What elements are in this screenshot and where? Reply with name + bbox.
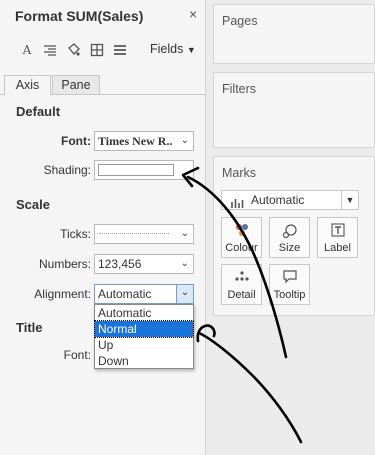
ticks-label: Ticks:	[60, 227, 91, 241]
tooltip-button[interactable]: Tooltip	[269, 264, 310, 305]
option-down[interactable]: Down	[95, 353, 193, 369]
numbers-label: Numbers:	[38, 257, 91, 271]
pages-shelf[interactable]: Pages	[213, 4, 375, 64]
detail-button[interactable]: Detail	[221, 264, 262, 305]
alignment-dropdown[interactable]: Automatic ⌄	[94, 284, 194, 304]
section-default: Default	[16, 104, 61, 119]
chevron-down-icon: ⌄	[180, 228, 189, 239]
mark-type-value: Automatic	[251, 193, 305, 207]
alignment-options-list: Automatic Normal Up Down	[94, 304, 194, 369]
numbers-dropdown[interactable]: 123,456 ⌄	[94, 254, 194, 274]
ticks-dropdown[interactable]: ⌄	[94, 224, 194, 244]
alignment-label: Alignment:	[34, 287, 91, 301]
alignment-format-icon[interactable]	[43, 43, 57, 57]
tab-pane[interactable]: Pane	[52, 75, 100, 95]
label-T-icon	[318, 223, 357, 239]
font-format-icon[interactable]: A	[20, 43, 34, 57]
shading-swatch	[98, 164, 174, 176]
shading-format-icon[interactable]	[66, 43, 80, 57]
fields-dropdown[interactable]: Fields ▼	[150, 42, 196, 56]
detail-label: Detail	[227, 289, 256, 301]
alignment-value: Automatic	[98, 287, 152, 301]
font-dropdown[interactable]: Times New R.. ⌄	[94, 131, 194, 151]
colour-button[interactable]: Colour	[221, 217, 262, 258]
ticks-line-preview	[99, 233, 169, 234]
close-button[interactable]: ×	[189, 7, 197, 21]
caret-down-icon: ▼	[186, 45, 196, 55]
section-title: Title	[16, 320, 43, 335]
borders-format-icon[interactable]	[90, 43, 104, 57]
size-icon	[270, 223, 309, 239]
chevron-down-icon: ⌄	[180, 135, 189, 146]
arrow-to-normal	[197, 331, 303, 444]
lines-format-icon[interactable]	[113, 43, 127, 57]
detail-dots-icon	[222, 270, 261, 286]
marks-title: Marks	[222, 166, 257, 180]
option-up[interactable]: Up	[95, 337, 193, 353]
fields-label: Fields	[150, 42, 184, 56]
format-pane: Format SUM(Sales) × A Fields ▼ Axis Pane…	[0, 0, 206, 455]
filters-title: Filters	[222, 82, 257, 96]
label-button[interactable]: Label	[317, 217, 358, 258]
size-label: Size	[278, 242, 301, 254]
tab-axis[interactable]: Axis	[4, 75, 51, 96]
mark-type-dropdown[interactable]: Automatic ▼	[221, 190, 359, 210]
option-automatic[interactable]: Automatic	[95, 305, 193, 321]
option-normal[interactable]: Normal	[94, 320, 194, 338]
chevron-down-icon: ⌄	[180, 258, 189, 269]
shading-picker[interactable]	[94, 160, 194, 180]
font-label: Font:	[61, 134, 91, 148]
pages-title: Pages	[222, 14, 258, 28]
font-value: Times New R..	[98, 134, 173, 148]
caret-down-icon: ▼	[341, 191, 358, 209]
pane-title: Format SUM(Sales)	[15, 8, 144, 24]
tooltip-bubble-icon	[270, 270, 309, 286]
label-label: Label	[324, 242, 351, 254]
numbers-value: 123,456	[98, 257, 142, 271]
shading-label: Shading:	[43, 163, 91, 177]
section-scale: Scale	[16, 197, 50, 212]
tooltip-label: Tooltip	[273, 289, 306, 301]
colour-label: Colour	[225, 242, 258, 254]
colour-dots-icon	[222, 223, 261, 239]
filters-shelf[interactable]: Filters	[213, 72, 375, 148]
chevron-down-icon[interactable]: ⌄	[176, 285, 193, 303]
title-font-label: Font:	[63, 348, 91, 362]
size-button[interactable]: Size	[269, 217, 310, 258]
bar-chart-icon	[231, 195, 245, 213]
